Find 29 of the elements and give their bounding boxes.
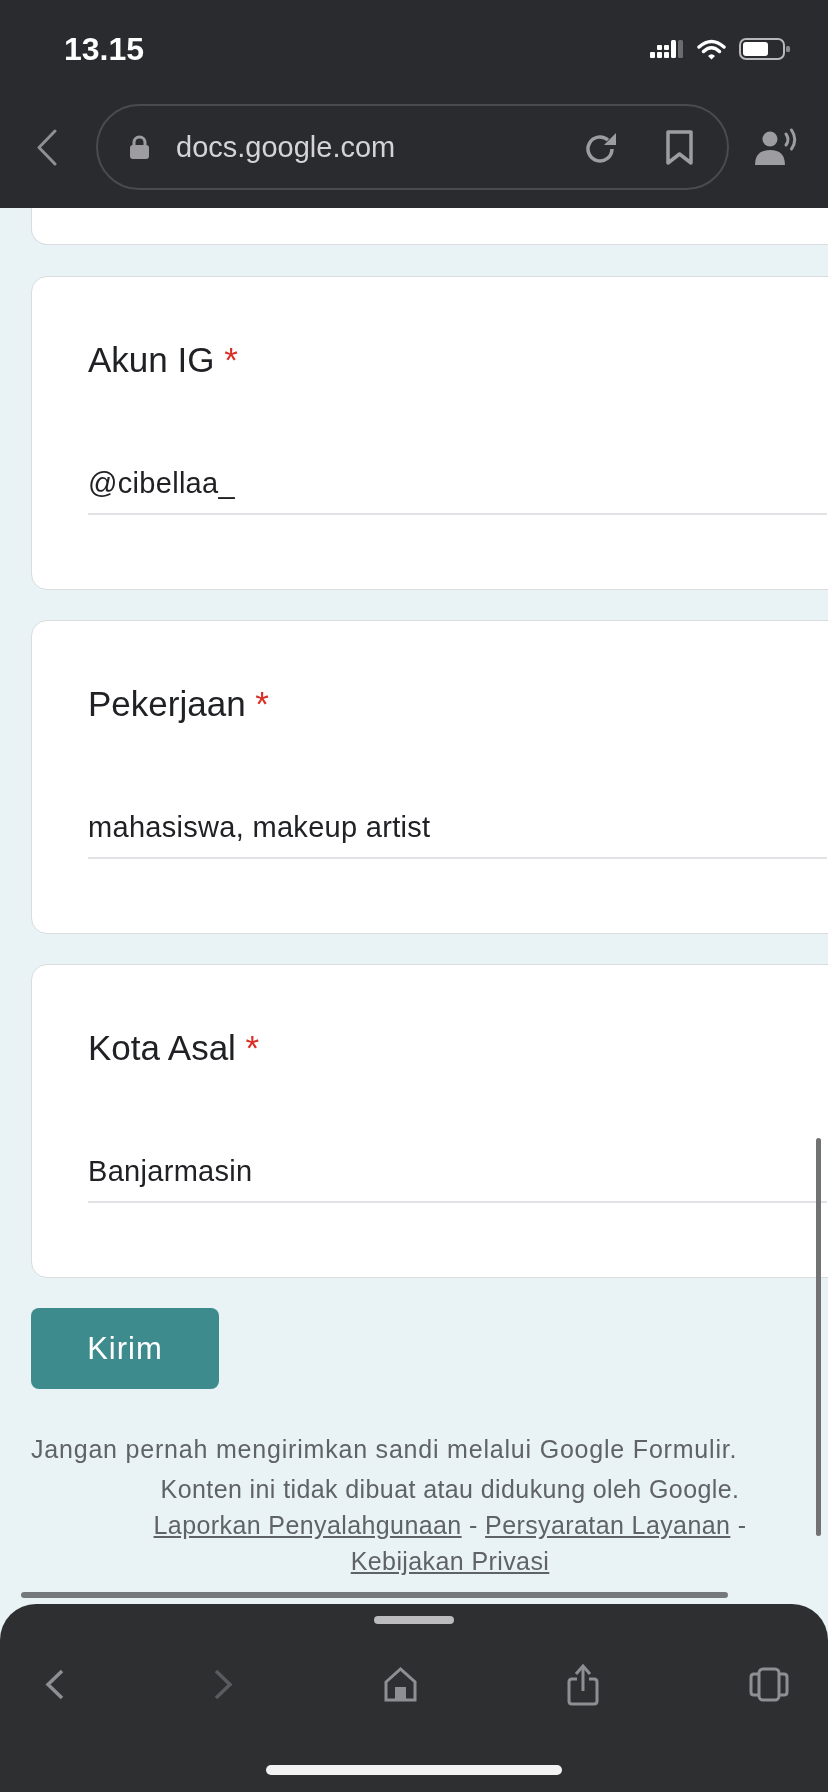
horizontal-scrollbar[interactable] — [21, 1592, 728, 1598]
wifi-icon — [696, 38, 727, 60]
address-bar[interactable]: docs.google.com — [96, 104, 729, 190]
question-title: Pekerjaan * — [88, 683, 270, 725]
lock-icon — [129, 135, 150, 159]
vertical-scrollbar[interactable] — [816, 1138, 821, 1536]
footer-link[interactable]: Persyaratan Layanan — [485, 1511, 731, 1539]
question-title: Akun IG * — [88, 339, 239, 381]
status-time: 13.15 — [64, 30, 145, 68]
tabs-icon[interactable] — [749, 1666, 789, 1702]
url-text: docs.google.com — [176, 130, 396, 165]
answer-field[interactable]: @cibellaa_ — [88, 465, 827, 515]
footer-note: Konten ini tidak dibuat atau didukung oleh Google. Laporkan Penyalahgunaan - Persyaratan Layanan - Kebijakan Privasi — [152, 1474, 748, 1577]
person-sound-icon[interactable] — [754, 128, 799, 166]
bookmark-icon[interactable] — [665, 129, 694, 165]
password-warning: Jangan pernah mengirimkan sandi melalui Google Formulir. — [31, 1435, 738, 1463]
battery-icon — [739, 38, 790, 60]
reload-icon[interactable] — [585, 131, 618, 163]
submit-button[interactable]: Kirim — [31, 1308, 219, 1389]
question-title: Kota Asal * — [88, 1027, 261, 1069]
share-icon[interactable] — [566, 1662, 599, 1706]
back-icon[interactable] — [36, 128, 57, 166]
drag-handle[interactable] — [374, 1616, 454, 1624]
signal-icon — [650, 40, 683, 58]
back-icon[interactable] — [45, 1668, 64, 1700]
answer-field[interactable]: mahasiswa, makeup artist — [88, 809, 827, 859]
footer-link[interactable]: Laporkan Penyalahgunaan — [153, 1511, 462, 1539]
footer-link[interactable]: Kebijakan Privasi — [350, 1547, 550, 1575]
home-icon[interactable] — [383, 1666, 417, 1702]
